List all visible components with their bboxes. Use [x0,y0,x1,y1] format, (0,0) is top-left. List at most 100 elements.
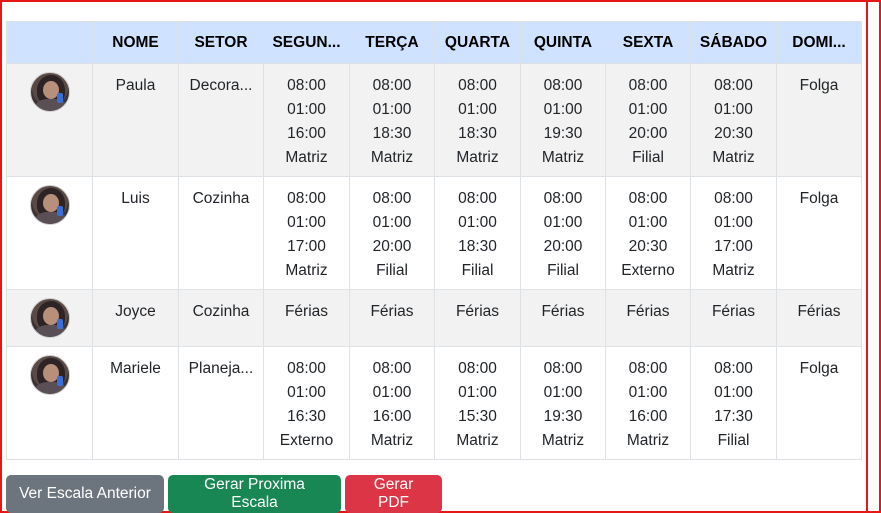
shift-line: Matriz [285,262,328,279]
shift-line: 08:00 [372,360,412,377]
shift-cell-segunda: 08:00 01:00 17:00 Matriz [263,176,350,290]
shift-line: Externo [279,432,334,449]
shift-line: 01:00 [714,384,753,401]
shift-cell-sabado: Férias [690,289,777,347]
col-header-nome[interactable]: NOME [92,21,179,64]
shift-line: 17:00 [714,238,753,255]
col-header-quinta[interactable]: QUINTA [520,21,606,64]
col-header-photo [6,21,93,64]
col-header-segunda[interactable]: SEGUN... [263,21,350,64]
employee-name: Joyce [92,289,179,347]
col-header-sabado[interactable]: SÁBADO [690,21,777,64]
schedule-table: NOME SETOR SEGUN... TERÇA QUARTA QUINTA … [6,21,862,460]
shift-line: 01:00 [372,384,412,401]
shift-line: 01:00 [628,214,668,231]
shift-cell-domingo: Folga [776,176,862,290]
avatar [29,355,70,395]
shift-cell-terca: 08:00 01:00 16:00 Matriz [349,346,435,460]
shift-line: Matriz [456,149,499,166]
col-header-domingo[interactable]: DOMI... [776,21,862,64]
shift-line: Férias [711,303,756,320]
shift-line: Férias [626,303,670,320]
shift-cell-segunda: 08:00 01:00 16:00 Matriz [263,63,350,177]
shift-cell-quarta: 08:00 01:00 18:30 Filial [434,176,521,290]
shift-line: Matriz [456,432,499,449]
generate-pdf-button[interactable]: Gerar PDF [345,475,442,513]
shift-cell-quinta: 08:00 01:00 19:30 Matriz [520,63,606,177]
shift-line: Matriz [285,149,328,166]
shift-line: 01:00 [628,101,668,118]
shift-line: 16:00 [287,125,326,142]
shift-line: Matriz [626,432,670,449]
shift-cell-sabado: 08:00 01:00 17:00 Matriz [690,176,777,290]
shift-cell-segunda: 08:00 01:00 16:30 Externo [263,346,350,460]
shift-line: 01:00 [543,214,583,231]
col-header-sexta[interactable]: SEXTA [605,21,691,64]
generate-next-schedule-button[interactable]: Gerar Proxima Escala [168,475,341,513]
shift-cell-terca: 08:00 01:00 20:00 Filial [349,176,435,290]
shift-cell-quinta: Férias [520,289,606,347]
shift-line: Férias [284,303,329,320]
avatar [29,185,70,225]
shift-line: 20:30 [628,238,668,255]
shift-cell-terca: 08:00 01:00 18:30 Matriz [349,63,435,177]
shift-line: Férias [370,303,414,320]
shift-line: Filial [632,149,664,166]
shift-line: 01:00 [372,101,412,118]
employee-name: Paula [92,63,179,177]
shift-line: 08:00 [628,77,668,94]
shift-line: 08:00 [714,190,753,207]
shift-line: 08:00 [543,190,583,207]
col-header-quarta[interactable]: QUARTA [434,21,521,64]
shift-line: 20:30 [714,125,753,142]
shift-line: 18:30 [372,125,412,142]
shift-cell-sexta: Férias [605,289,691,347]
avatar-cell [6,63,93,177]
table-body: Paula Decora... 08:00 01:00 16:00 Matriz 08:00… [6,63,862,460]
shift-line: 08:00 [372,190,412,207]
shift-line: 20:00 [543,238,583,255]
shift-line: 16:00 [628,408,668,425]
shift-line: Filial [461,262,494,279]
table-row: Joyce Cozinha Férias Férias Férias Férias Féri… [6,289,862,347]
shift-line: Folga [799,190,839,207]
shift-line: 08:00 [287,77,326,94]
shift-line: 01:00 [458,384,497,401]
shift-line: 18:30 [458,238,497,255]
shift-line: 16:30 [287,408,326,425]
table-row: Luis Cozinha 08:00 01:00 17:00 Matriz 08:00 01:… [6,176,862,290]
shift-cell-quinta: 08:00 01:00 20:00 Filial [520,176,606,290]
previous-schedule-button[interactable]: Ver Escala Anterior [6,475,164,513]
shift-line: Férias [541,303,585,320]
shift-line: Filial [717,432,750,449]
shift-line: 01:00 [714,101,753,118]
shift-line: 20:00 [628,125,668,142]
shift-cell-terca: Férias [349,289,435,347]
shift-cell-sabado: 08:00 01:00 20:30 Matriz [690,63,777,177]
shift-line: 08:00 [458,77,497,94]
shift-line: 08:00 [543,77,583,94]
shift-line: 08:00 [372,77,412,94]
avatar-cell [6,346,93,460]
shift-line: 01:00 [458,101,497,118]
shift-line: Matriz [370,149,414,166]
shift-line: 16:00 [372,408,412,425]
shift-line: 01:00 [287,214,326,231]
employee-sector: Decora... [178,63,264,177]
table-row: Paula Decora... 08:00 01:00 16:00 Matriz 08:00… [6,63,862,177]
col-header-setor[interactable]: SETOR [178,21,264,64]
shift-cell-quarta: 08:00 01:00 15:30 Matriz [434,346,521,460]
shift-cell-quinta: 08:00 01:00 19:30 Matriz [520,346,606,460]
shift-line: 01:00 [543,384,583,401]
shift-line: Externo [621,262,675,279]
shift-line: 08:00 [287,190,326,207]
shift-cell-sexta: 08:00 01:00 20:00 Filial [605,63,691,177]
employee-sector: Cozinha [178,176,264,290]
avatar [29,298,70,338]
shift-line: 01:00 [372,214,412,231]
shift-cell-quarta: 08:00 01:00 18:30 Matriz [434,63,521,177]
shift-line: 15:30 [458,408,497,425]
shift-line: Férias [797,303,841,320]
col-header-terca[interactable]: TERÇA [349,21,435,64]
shift-cell-sabado: 08:00 01:00 17:30 Filial [690,346,777,460]
